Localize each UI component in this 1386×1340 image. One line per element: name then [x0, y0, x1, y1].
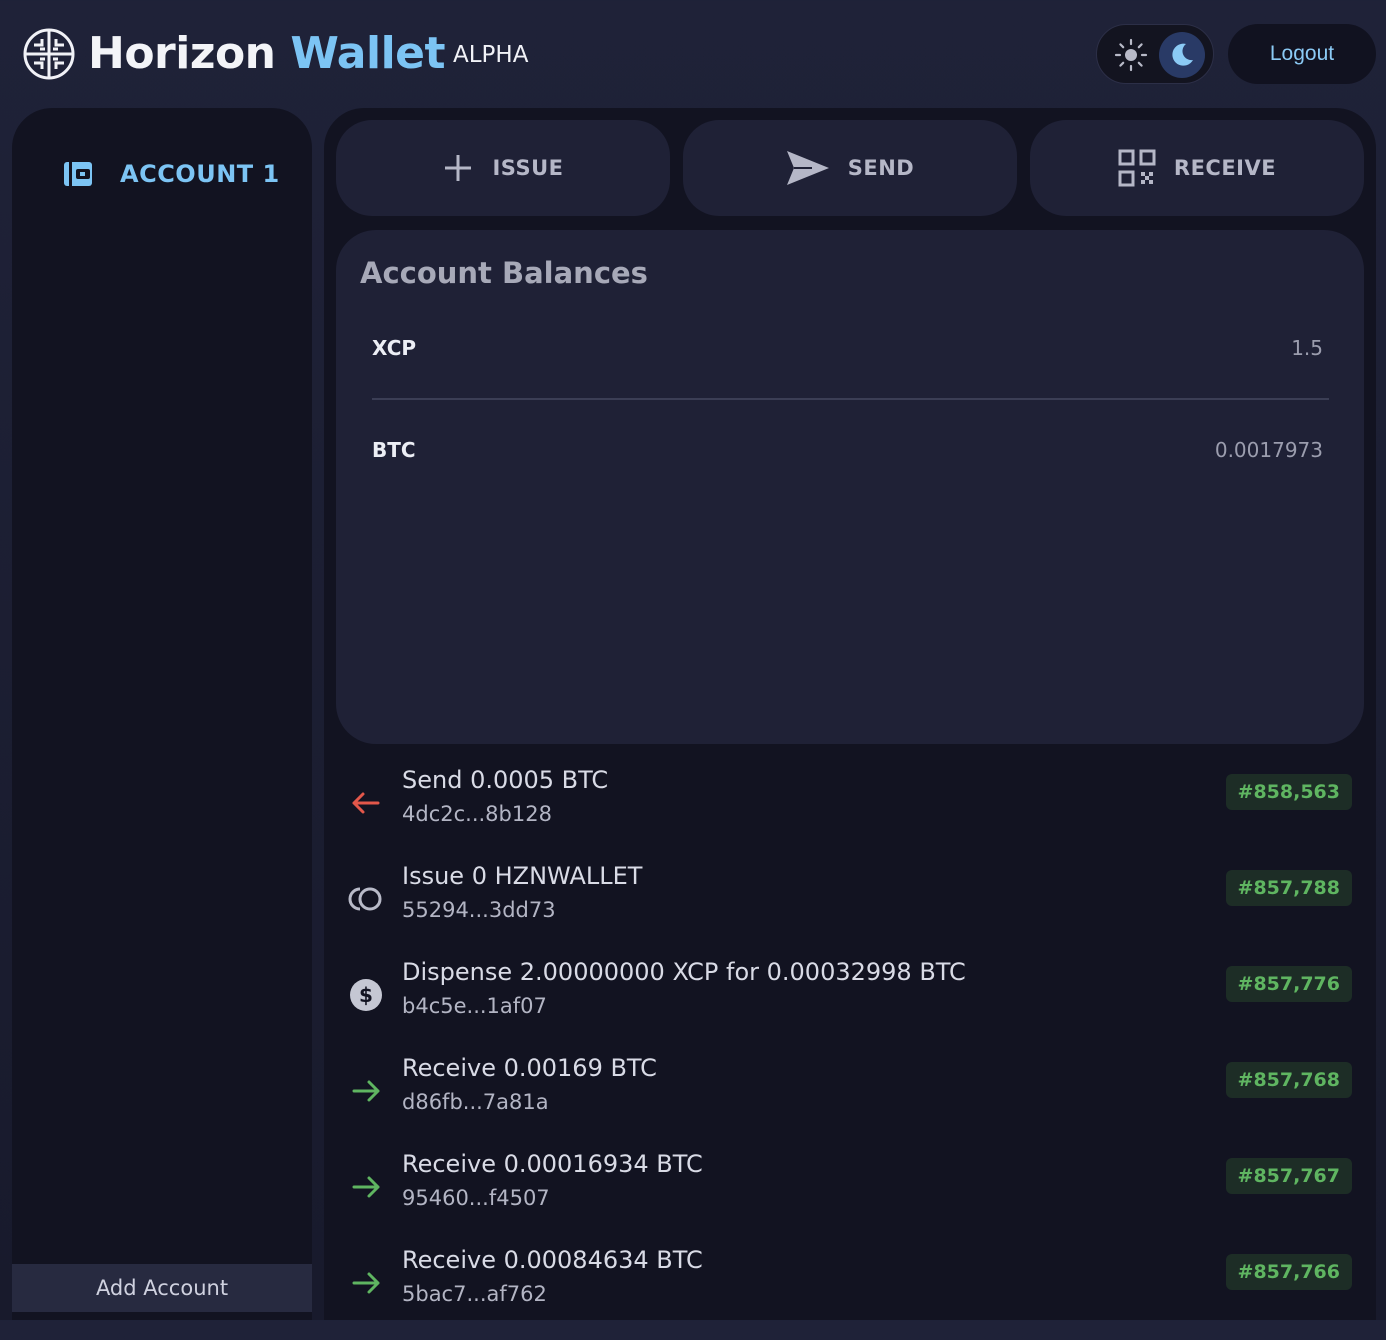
block-badge[interactable]: #857,766 [1225, 1254, 1352, 1290]
send-icon [786, 151, 829, 185]
block-badge[interactable]: #857,776 [1225, 966, 1352, 1002]
transaction-hash[interactable]: 5bac7...af762 [402, 1280, 547, 1308]
balance-asset: BTC [372, 438, 416, 462]
block-badge[interactable]: #857,767 [1225, 1158, 1352, 1194]
issue-button[interactable]: ISSUE [336, 120, 670, 216]
qr-code-icon [1118, 149, 1156, 187]
moon-icon [1172, 43, 1193, 66]
balance-row[interactable]: XCP 1.5 [372, 328, 1328, 368]
app-header: Horizon Wallet ALPHA Logout [0, 0, 1386, 108]
transaction-title: Receive 0.00169 BTC [402, 1054, 657, 1082]
transaction-hash[interactable]: 55294...3dd73 [402, 896, 556, 924]
main-panel: ISSUE SEND RECEIVE Account Balances XCP … [324, 108, 1376, 1320]
alpha-badge: ALPHA [453, 42, 529, 68]
add-account-button[interactable]: Add Account [12, 1264, 312, 1312]
transaction-row[interactable]: $ Dispense 2.00000000 XCP for 0.00032998… [336, 956, 1376, 1052]
moon-button[interactable] [1159, 32, 1205, 78]
receive-label: RECEIVE [1173, 156, 1277, 180]
brand-second-word: Wallet [290, 28, 446, 79]
transaction-title: Issue 0 HZNWALLET [402, 862, 643, 890]
horizon-logo-icon [23, 28, 75, 80]
transaction-hash[interactable]: d86fb...7a81a [402, 1088, 549, 1116]
block-badge[interactable]: #858,563 [1225, 774, 1352, 810]
transaction-title: Receive 0.00084634 BTC [402, 1246, 703, 1274]
arrow-right-icon [352, 1272, 380, 1294]
brand-first-word: Horizon [88, 28, 276, 79]
balances-card: Account Balances XCP 1.5 BTC 0.0017973 [336, 230, 1364, 744]
transaction-row[interactable]: Receive 0.00084634 BTC 5bac7...af762 #85… [336, 1244, 1376, 1340]
balance-divider [372, 398, 1329, 400]
svg-text:$: $ [359, 983, 373, 1007]
dollar-circle-icon: $ [350, 979, 382, 1011]
receive-button[interactable]: RECEIVE [1030, 120, 1364, 216]
coins-icon [348, 887, 382, 911]
account-label: ACCOUNT 1 [120, 160, 280, 188]
send-button[interactable]: SEND [683, 120, 1017, 216]
issue-label: ISSUE [492, 156, 564, 180]
transaction-hash[interactable]: 95460...f4507 [402, 1184, 550, 1212]
balance-row[interactable]: BTC 0.0017973 [372, 430, 1328, 470]
block-badge[interactable]: #857,788 [1225, 870, 1352, 906]
transaction-hash[interactable]: 4dc2c...8b128 [402, 800, 552, 828]
theme-toggle[interactable] [1096, 24, 1214, 84]
plus-icon [445, 155, 472, 181]
arrow-right-icon [352, 1080, 380, 1102]
block-badge[interactable]: #857,768 [1225, 1062, 1352, 1098]
sidebar: ACCOUNT 1 Add Account [12, 108, 312, 1320]
arrow-right-icon [352, 1176, 380, 1198]
balance-amount: 0.0017973 [1214, 438, 1323, 462]
app-title: Horizon Wallet [88, 26, 446, 82]
transaction-title: Dispense 2.00000000 XCP for 0.00032998 B… [402, 958, 966, 986]
transaction-row[interactable]: Send 0.0005 BTC 4dc2c...8b128 #858,563 [336, 764, 1376, 860]
transaction-title: Send 0.0005 BTC [402, 766, 609, 794]
logout-button[interactable]: Logout [1228, 24, 1376, 84]
sun-icon[interactable] [1111, 35, 1151, 75]
send-label: SEND [847, 156, 915, 180]
balance-asset: XCP [372, 336, 417, 360]
arrow-left-icon [352, 792, 380, 814]
transaction-row[interactable]: Receive 0.00169 BTC d86fb...7a81a #857,7… [336, 1052, 1376, 1148]
transaction-row[interactable]: Issue 0 HZNWALLET 55294...3dd73 #857,788 [336, 860, 1376, 956]
transaction-row[interactable]: Receive 0.00016934 BTC 95460...f4507 #85… [336, 1148, 1376, 1244]
wallet-icon [64, 162, 92, 186]
sidebar-item-account-1[interactable]: ACCOUNT 1 [62, 156, 280, 192]
transaction-title: Receive 0.00016934 BTC [402, 1150, 703, 1178]
balance-amount: 1.5 [1291, 336, 1323, 360]
transaction-hash[interactable]: b4c5e...1af07 [402, 992, 547, 1020]
balances-title: Account Balances [360, 256, 648, 290]
